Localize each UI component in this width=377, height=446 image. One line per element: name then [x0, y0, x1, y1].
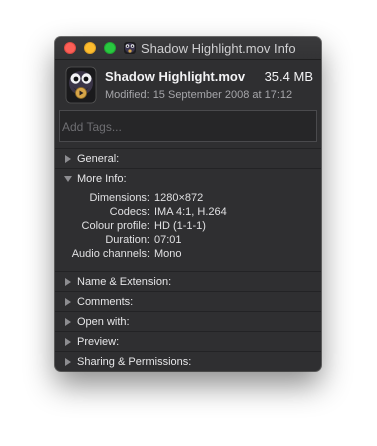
info-key: Audio channels: [71, 248, 150, 260]
section-general[interactable]: General: [55, 148, 321, 168]
section-name-extension[interactable]: Name & Extension: [55, 271, 321, 291]
section-open-with-label: Open with: [77, 315, 130, 328]
info-key: Colour profile: [81, 220, 150, 232]
info-row-audio-channels: Audio channels: Mono [55, 247, 321, 261]
title-bar[interactable]: Shadow Highlight.mov Info [55, 37, 321, 60]
disclosure-triangle-icon[interactable] [65, 277, 71, 286]
tags-input[interactable] [59, 110, 317, 142]
section-comments-header[interactable]: Comments: [55, 292, 321, 311]
disclosure-triangle-icon[interactable] [65, 337, 71, 346]
disclosure-triangle-icon[interactable] [65, 154, 71, 163]
close-button[interactable] [64, 42, 76, 54]
section-preview-label: Preview: [77, 335, 120, 348]
disclosure-triangle-icon[interactable] [65, 317, 71, 326]
section-open-with[interactable]: Open with: [55, 311, 321, 331]
window-title: Shadow Highlight.mov Info [141, 40, 296, 56]
info-value: 07:01 [154, 234, 182, 246]
info-key: Codecs: [109, 206, 150, 218]
section-comments[interactable]: Comments: [55, 291, 321, 311]
section-preview[interactable]: Preview: [55, 331, 321, 351]
info-window: Shadow Highlight.mov Info Shadow Highlig… [55, 37, 321, 371]
info-row-codecs: Codecs: IMA 4:1, H.264 [55, 205, 321, 219]
section-sharing-permissions-label: Sharing & Permissions: [77, 355, 192, 368]
section-name-extension-header[interactable]: Name & Extension: [55, 272, 321, 291]
section-more-info[interactable]: More Info: [55, 168, 321, 188]
section-sharing-permissions-header[interactable]: Sharing & Permissions: [55, 352, 321, 371]
mov-file-icon [124, 42, 136, 54]
section-general-label: General: [77, 152, 120, 165]
section-preview-header[interactable]: Preview: [55, 332, 321, 351]
zoom-button[interactable] [104, 42, 116, 54]
info-row-colour-profile: Colour profile: HD (1-1-1) [55, 219, 321, 233]
file-name: Shadow Highlight.mov [105, 69, 246, 84]
info-row-dimensions: Dimensions: 1280×872 [55, 191, 321, 205]
section-more-info-label: More Info: [77, 172, 127, 185]
disclosure-triangle-icon[interactable] [65, 357, 71, 366]
disclosure-triangle-icon[interactable] [65, 297, 71, 306]
disclosure-triangle-open-icon[interactable] [64, 175, 72, 182]
modified-date: Modified: 15 September 2008 at 17:12 [105, 89, 293, 101]
file-header: Shadow Highlight.mov 35.4 MB Modified: 1… [55, 60, 321, 110]
info-value: 1280×872 [154, 192, 204, 204]
minimize-button[interactable] [84, 42, 96, 54]
section-general-header[interactable]: General: [55, 149, 321, 168]
section-name-extension-label: Name & Extension: [77, 275, 172, 288]
info-value: Mono [154, 248, 182, 260]
section-sharing-permissions[interactable]: Sharing & Permissions: [55, 351, 321, 371]
info-value: HD (1-1-1) [154, 220, 206, 232]
more-info-table: Dimensions: 1280×872 Codecs: IMA 4:1, H.… [55, 191, 321, 261]
section-open-with-header[interactable]: Open with: [55, 312, 321, 331]
info-key: Dimensions: [89, 192, 150, 204]
section-comments-label: Comments: [77, 295, 134, 308]
info-row-duration: Duration: 07:01 [55, 233, 321, 247]
info-value: IMA 4:1, H.264 [154, 206, 227, 218]
section-more-info-header[interactable]: More Info: [55, 169, 321, 188]
info-key: Duration: [105, 234, 150, 246]
file-size: 35.4 MB [264, 69, 313, 84]
window-title-group: Shadow Highlight.mov Info [123, 40, 296, 56]
quicktime-movie-icon [65, 66, 97, 104]
